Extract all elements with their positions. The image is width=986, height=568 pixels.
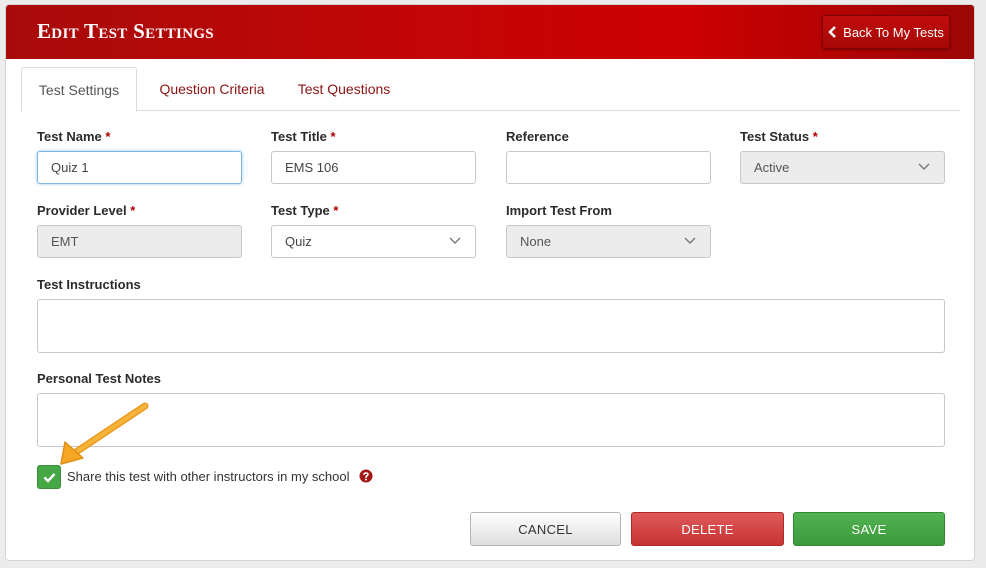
edit-test-settings-panel: Edit Test Settings Back To My Tests Test… [5, 4, 975, 561]
test-title-label: Test Title * [271, 129, 336, 144]
test-type-label: Test Type * [271, 203, 338, 218]
test-instructions-label: Test Instructions [37, 277, 141, 292]
import-test-from-select[interactable]: None [506, 225, 711, 258]
delete-button[interactable]: DELETE [631, 512, 784, 546]
test-status-label: Test Status * [740, 129, 818, 144]
chevron-left-icon [828, 26, 837, 38]
test-instructions-textarea[interactable] [37, 299, 945, 353]
required-marker: * [105, 129, 111, 144]
required-marker: * [333, 203, 339, 218]
test-name-value: Quiz 1 [51, 160, 89, 175]
tab-test-questions[interactable]: Test Questions [289, 67, 399, 111]
provider-level-input: EMT [37, 225, 242, 258]
provider-level-label: Provider Level * [37, 203, 135, 218]
personal-test-notes-textarea[interactable] [37, 393, 945, 447]
test-name-label-text: Test Name [37, 129, 102, 144]
required-marker: * [130, 203, 136, 218]
test-status-value: Active [754, 160, 790, 175]
test-type-label-text: Test Type [271, 203, 330, 218]
cancel-button[interactable]: CANCEL [470, 512, 621, 546]
import-test-from-value: None [520, 234, 552, 249]
tab-bar: Test Settings Question Criteria Test Que… [21, 67, 960, 112]
tab-question-criteria[interactable]: Question Criteria [141, 67, 283, 111]
chevron-down-icon [684, 237, 696, 244]
personal-test-notes-label: Personal Test Notes [37, 371, 162, 386]
test-title-label-text: Test Title [271, 129, 327, 144]
test-title-input[interactable]: EMS 106 [271, 151, 476, 184]
required-marker: * [330, 129, 336, 144]
back-button-label: Back To My Tests [843, 24, 944, 40]
test-status-select[interactable]: Active [740, 151, 945, 184]
provider-level-label-text: Provider Level [37, 203, 127, 218]
test-title-value: EMS 106 [285, 160, 339, 175]
required-marker: * [812, 129, 818, 144]
test-name-input[interactable]: Quiz 1 [37, 151, 242, 184]
page-title: Edit Test Settings [37, 19, 214, 43]
save-button[interactable]: SAVE [793, 512, 945, 546]
test-status-label-text: Test Status [740, 129, 810, 144]
chevron-down-icon [449, 237, 461, 244]
reference-label: Reference [506, 129, 569, 144]
share-test-label: Share this test with other instructors i… [67, 469, 350, 484]
chevron-down-icon [918, 163, 930, 170]
panel-header: Edit Test Settings Back To My Tests [6, 5, 974, 59]
tab-test-settings[interactable]: Test Settings [21, 67, 137, 112]
back-to-my-tests-button[interactable]: Back To My Tests [822, 15, 950, 49]
checkmark-icon [43, 472, 55, 483]
arrow-icon [60, 402, 149, 465]
import-test-from-label: Import Test From [506, 203, 612, 218]
reference-input[interactable] [506, 151, 711, 184]
test-name-label: Test Name * [37, 129, 110, 144]
question-circle-icon[interactable] [359, 469, 373, 483]
test-type-value: Quiz [285, 234, 312, 249]
provider-level-value: EMT [51, 234, 79, 249]
test-type-select[interactable]: Quiz [271, 225, 476, 258]
